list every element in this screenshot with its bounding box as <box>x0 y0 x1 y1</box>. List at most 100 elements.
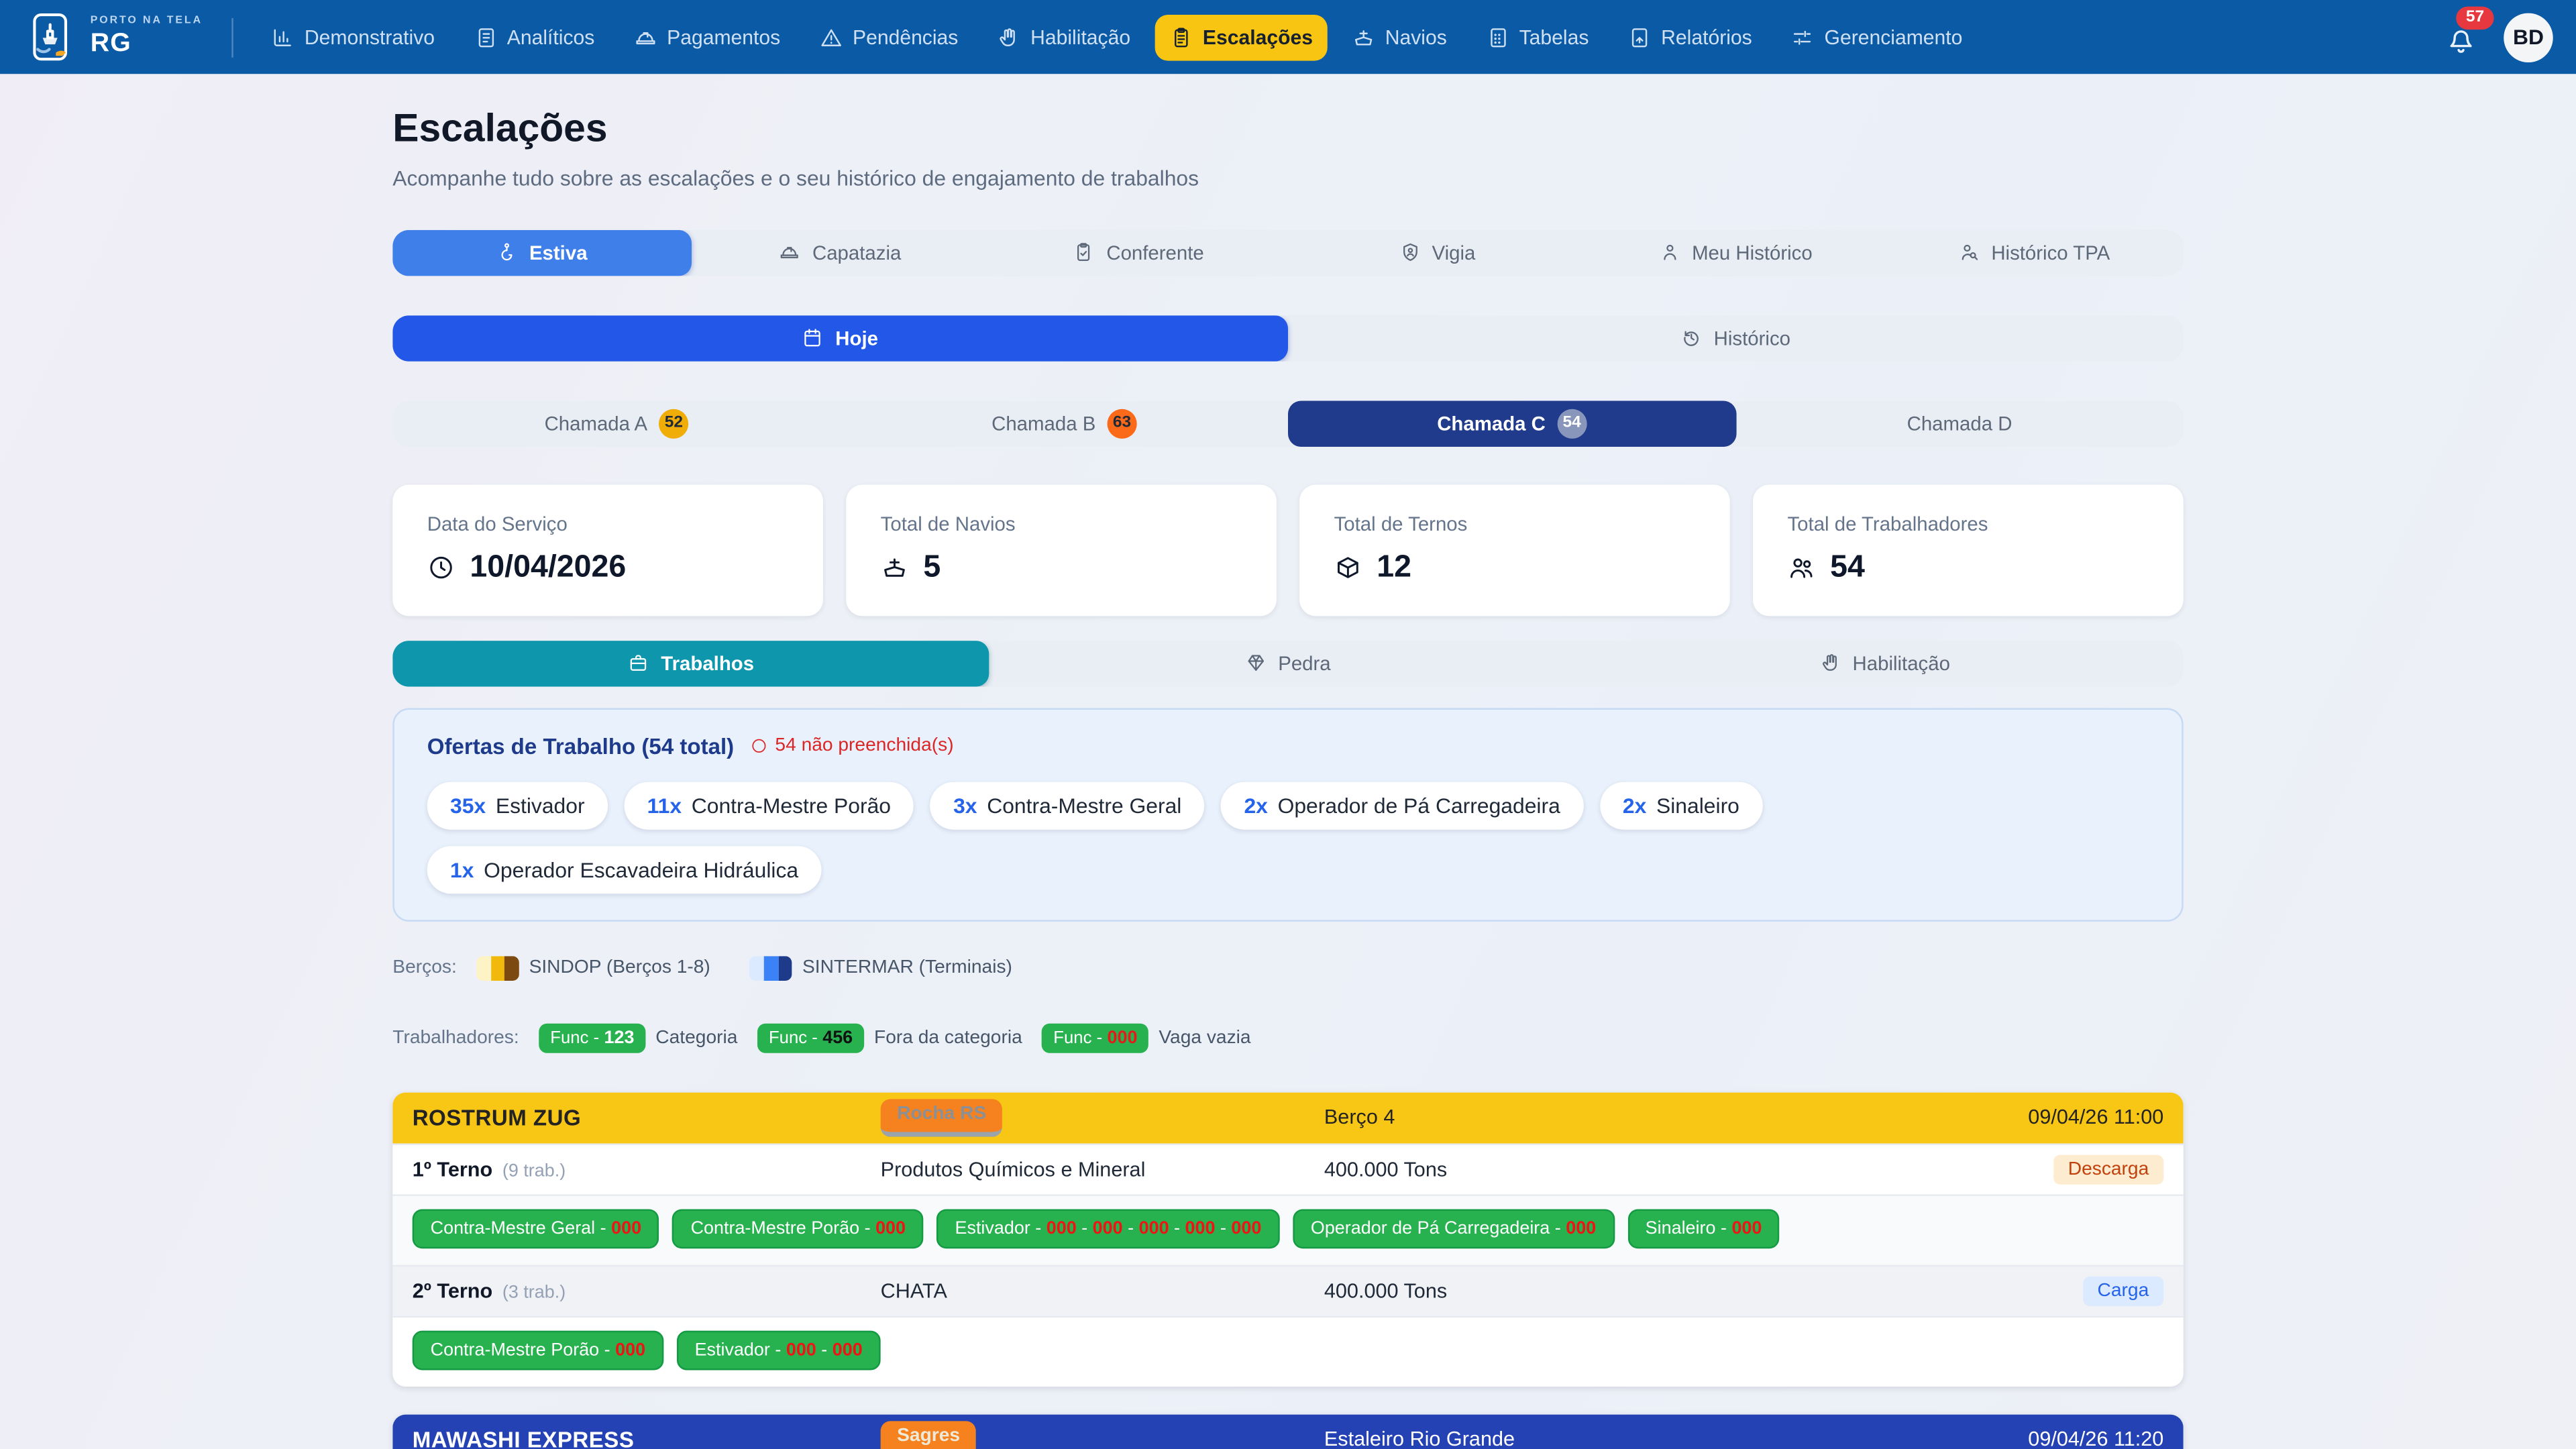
nav-item-label: Gerenciamento <box>1825 25 1963 48</box>
offer-chips: 35x Estivador 11x Contra-Mestre Porão 3x… <box>427 782 2149 894</box>
clock-icon <box>427 554 455 582</box>
offer-count: 35x <box>450 793 486 818</box>
tab-chamada-c[interactable]: Chamada C 54 <box>1288 400 1735 447</box>
clipboard-check-icon <box>1073 242 1095 264</box>
tab-chamada-d[interactable]: Chamada D <box>1735 400 2183 447</box>
ship-operator-badge[interactable]: Sagres <box>881 1421 977 1449</box>
offer-chip-contra-mestre-porao[interactable]: 11x Contra-Mestre Porão <box>624 782 914 829</box>
tab-capatazia[interactable]: Capatazia <box>691 229 989 276</box>
hardhat-icon <box>780 242 801 264</box>
ship-operator-badge[interactable]: Rocha RS <box>881 1099 1003 1136</box>
offer-count: 11x <box>647 793 682 818</box>
offer-label: Operador Escavadeira Hidráulica <box>484 857 798 882</box>
offer-chip-sinaleiro[interactable]: 2x Sinaleiro <box>1600 782 1763 829</box>
offer-count: 2x <box>1244 793 1267 818</box>
chamada-count-badge: 54 <box>1557 409 1587 438</box>
hand-icon <box>998 25 1020 48</box>
nav-right: 57 BD <box>2445 12 2553 61</box>
tab-chamada-a[interactable]: Chamada A 52 <box>392 400 840 447</box>
tab-pedra[interactable]: Pedra <box>989 641 1587 687</box>
tab-historico-tpa[interactable]: Histórico TPA <box>1885 229 2184 276</box>
tab-estiva[interactable]: Estiva <box>392 229 691 276</box>
ship-icon <box>1352 25 1375 48</box>
tab-trabalhos[interactable]: Trabalhos <box>392 641 989 687</box>
tab-conferente[interactable]: Conferente <box>989 229 1288 276</box>
berth-legend-item: SINTERMAR (Terminais) <box>750 956 1012 981</box>
worker-slot-chip-operador-de-pa-carregadeira[interactable]: Operador de Pá Carregadeira - 000 <box>1293 1209 1614 1248</box>
worker-slot-chip-estivador[interactable]: Estivador - 000 - 000 - 000 - 000 - 000 <box>937 1209 1280 1248</box>
worker-slot-chip-contra-mestre-geral[interactable]: Contra-Mestre Geral - 000 <box>413 1209 659 1248</box>
nav-item-analiticos[interactable]: Analíticos <box>460 14 610 60</box>
offer-label: Sinaleiro <box>1656 793 1739 818</box>
berth-color-swatch <box>476 956 519 981</box>
view-tabs: Trabalhos Pedra Habilitação <box>392 641 2183 687</box>
ship-name: MAWASHI EXPRESS <box>413 1428 881 1449</box>
offer-label: Operador de Pá Carregadeira <box>1278 793 1560 818</box>
offer-count: 1x <box>450 857 474 882</box>
table-doc-icon <box>1487 25 1509 48</box>
chamada-tabs: Chamada A 52 Chamada B 63 Chamada C 54 C… <box>392 400 2183 447</box>
worker-legend-item-label: Categoria <box>655 1028 737 1048</box>
hand-icon <box>1820 653 1841 674</box>
clipboard-list-icon <box>1170 25 1193 48</box>
nav-item-pendencias[interactable]: Pendências <box>805 14 973 60</box>
nav-item-relatorios[interactable]: Relatórios <box>1613 14 1767 60</box>
tab-chamada-b[interactable]: Chamada B 63 <box>841 400 1288 447</box>
nav-item-demonstrativo[interactable]: Demonstrativo <box>257 14 449 60</box>
offer-chip-operador-de-pa-carregadeira[interactable]: 2x Operador de Pá Carregadeira <box>1221 782 1583 829</box>
tab-historico[interactable]: Histórico <box>1288 315 2184 362</box>
main-content: Escalações Acompanhe tudo sobre as escal… <box>392 107 2183 1449</box>
notification-badge: 57 <box>2456 6 2494 29</box>
package-icon <box>1334 554 1362 582</box>
ship-berth: Berço 4 <box>1324 1106 2028 1129</box>
worker-legend-item: Func -123 Categoria <box>539 1023 737 1053</box>
history-icon <box>1681 327 1703 349</box>
app-root: PORTO NA TELA RG Demonstrativo Analítico… <box>0 0 2576 1449</box>
briefcase-icon <box>628 653 649 674</box>
stat-value: 5 <box>923 550 941 586</box>
terno-label: 1º Terno <box>413 1158 493 1181</box>
tab-label: Pedra <box>1278 652 1330 675</box>
tab-label: Histórico <box>1714 327 1790 350</box>
nav-item-escalacoes[interactable]: Escalações <box>1155 14 1328 60</box>
worker-slot-chip-contra-mestre-porao[interactable]: Contra-Mestre Porão - 000 <box>413 1330 663 1370</box>
offer-chip-contra-mestre-geral[interactable]: 3x Contra-Mestre Geral <box>930 782 1205 829</box>
ship-card: MAWASHI EXPRESS Sagres Estaleiro Rio Gra… <box>392 1414 2183 1449</box>
offer-chip-estivador[interactable]: 35x Estivador <box>427 782 608 829</box>
chamada-count-badge: 52 <box>659 409 688 438</box>
worker-slot-chip-sinaleiro[interactable]: Sinaleiro - 000 <box>1627 1209 1780 1248</box>
berth-legend-item-label: SINDOP (Berços 1-8) <box>529 958 710 977</box>
stat-value: 54 <box>1830 550 1865 586</box>
tab-habilitacao[interactable]: Habilitação <box>1587 641 2184 687</box>
stat-label: Total de Navios <box>881 513 1242 535</box>
tab-label: Conferente <box>1106 241 1203 264</box>
nav-item-navios[interactable]: Navios <box>1338 14 1462 60</box>
nav-item-gerenciamento[interactable]: Gerenciamento <box>1776 14 1977 60</box>
page-title: Escalações <box>392 107 2183 154</box>
worker-slot-chip-contra-mestre-porao[interactable]: Contra-Mestre Porão - 000 <box>673 1209 924 1248</box>
nav-item-tabelas[interactable]: Tabelas <box>1472 14 1604 60</box>
berth-legend-label: Berços: <box>392 958 457 977</box>
chamada-tab-label: Chamada C <box>1437 412 1546 435</box>
user-avatar[interactable]: BD <box>2504 12 2553 61</box>
stat-card-total-de-ternos: Total de Ternos 12 <box>1299 484 1730 616</box>
nav-item-pagamentos[interactable]: Pagamentos <box>619 14 795 60</box>
brand[interactable]: PORTO NA TELA RG <box>23 10 203 64</box>
offer-count: 2x <box>1623 793 1646 818</box>
stats-cards: Data do Serviço 10/04/2026 Total de Navi… <box>392 484 2183 616</box>
worker-legend-item-label: Fora da categoria <box>874 1028 1022 1048</box>
nav-item-habilitacao[interactable]: Habilitação <box>983 14 1145 60</box>
stat-label: Data do Serviço <box>427 513 789 535</box>
chamada-tab-label: Chamada A <box>545 412 648 435</box>
tab-hoje[interactable]: Hoje <box>392 315 1288 362</box>
terno-worker-count: (3 trab.) <box>502 1283 566 1302</box>
tab-vigia[interactable]: Vigia <box>1288 229 1587 276</box>
nav-item-label: Pagamentos <box>667 25 780 48</box>
notifications-button[interactable]: 57 <box>2445 21 2477 54</box>
terno-worker-count: (9 trab.) <box>502 1161 566 1181</box>
worker-legend-chip: Func -000 <box>1042 1023 1148 1053</box>
ship-card: ROSTRUM ZUG Rocha RS Berço 4 09/04/26 11… <box>392 1092 2183 1386</box>
worker-slot-chip-estivador[interactable]: Estivador - 000 - 000 <box>677 1330 881 1370</box>
offer-chip-operador-escavadeira-hidraulica[interactable]: 1x Operador Escavadeira Hidráulica <box>427 846 822 894</box>
tab-meu-historico[interactable]: Meu Histórico <box>1587 229 1885 276</box>
